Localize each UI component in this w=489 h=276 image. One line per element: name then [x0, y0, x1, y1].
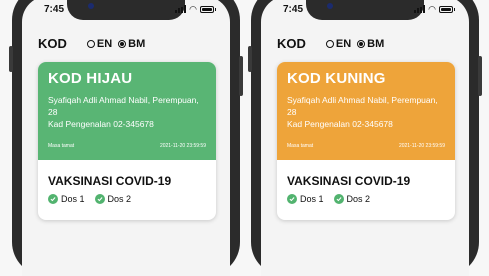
validity-label: Masa tamat	[287, 143, 314, 149]
vaccination-title: VAKSINASI COVID-19	[48, 174, 172, 188]
lang-label-en: EN	[96, 37, 113, 50]
check-circle-icon	[48, 194, 58, 204]
validity-label: Masa tamat	[48, 143, 75, 149]
status-title: KOD KUNING	[287, 70, 386, 87]
status-time: 7:45	[44, 4, 65, 15]
front-camera	[88, 3, 94, 9]
lang-label-bm: BM	[367, 37, 385, 50]
validity-time: 2021-11-20 23:59:59	[159, 143, 206, 149]
dose-label: Dos 2	[107, 194, 132, 204]
phone-frame-yellow: 7:45 ◠ KOD EN BM KOD KUNING Syafiqah Adl…	[248, 0, 482, 276]
status-panel-green: KOD HIJAU Syafiqah Adli Ahmad Nabil, Per…	[38, 62, 216, 160]
lang-label-bm: BM	[128, 37, 146, 50]
phone-frame-green: 7:45 ◠ KOD EN BM KOD HIJAU Syafiqah Adli…	[9, 0, 243, 276]
phone-screen: 7:45 ◠ KOD EN BM KOD HIJAU Syafiqah Adli…	[22, 0, 230, 276]
validity-time: 2021-11-20 23:59:59	[398, 143, 445, 149]
lang-label-en: EN	[335, 37, 352, 50]
lang-option-en[interactable]: EN	[325, 37, 352, 50]
dose-label: Dos 1	[300, 194, 324, 204]
radio-selected-icon	[357, 39, 366, 48]
dose-item: Dos 2	[94, 194, 132, 204]
status-card[interactable]: KOD HIJAU Syafiqah Adli Ahmad Nabil, Per…	[38, 62, 216, 220]
app-header: KOD EN BM	[277, 36, 455, 51]
person-info: Syafiqah Adli Ahmad Nabil, Perempuan, 28…	[48, 94, 208, 130]
app-title: KOD	[277, 36, 306, 51]
dose-item: Dos 2	[333, 194, 371, 204]
lang-option-en[interactable]: EN	[86, 37, 113, 50]
person-info: Syafiqah Adli Ahmad Nabil, Perempuan, 28…	[287, 94, 447, 130]
front-camera	[327, 3, 333, 9]
radio-selected-icon	[118, 39, 127, 48]
check-circle-icon	[94, 194, 105, 204]
app-title: KOD	[38, 36, 67, 51]
radio-icon	[325, 39, 334, 48]
status-icons: ◠	[175, 3, 216, 14]
battery-icon	[200, 5, 216, 13]
status-icons: ◠	[414, 3, 455, 14]
person-id-line: Kad Pengenalan 02-345678	[48, 119, 154, 129]
person-name-line: Syafiqah Adli Ahmad Nabil, Perempuan, 28	[48, 95, 199, 117]
app-header: KOD EN BM	[38, 36, 216, 51]
person-id-line: Kad Pengenalan 02-345678	[287, 119, 393, 129]
status-panel-yellow: KOD KUNING Syafiqah Adli Ahmad Nabil, Pe…	[277, 62, 455, 160]
person-name-line: Syafiqah Adli Ahmad Nabil, Perempuan, 28	[287, 95, 438, 117]
wifi-icon: ◠	[428, 3, 436, 14]
lang-option-bm[interactable]: BM	[118, 38, 145, 50]
dose-item: Dos 1	[287, 194, 324, 204]
dose-list: Dos 1 Dos 2	[287, 194, 370, 204]
vaccination-title: VAKSINASI COVID-19	[287, 174, 411, 188]
signal-icon	[175, 5, 187, 13]
radio-icon	[86, 39, 95, 48]
dose-item: Dos 1	[48, 194, 85, 204]
dose-label: Dos 2	[346, 194, 371, 204]
lang-option-bm[interactable]: BM	[357, 38, 384, 50]
side-button	[478, 56, 482, 96]
dose-list: Dos 1 Dos 2	[48, 194, 131, 204]
dose-label: Dos 1	[61, 194, 85, 204]
notch	[306, 0, 424, 20]
battery-icon	[439, 5, 455, 13]
side-button	[239, 56, 243, 96]
notch	[67, 0, 185, 20]
wifi-icon: ◠	[189, 3, 197, 14]
check-circle-icon	[287, 194, 297, 204]
check-circle-icon	[333, 194, 344, 204]
status-card[interactable]: KOD KUNING Syafiqah Adli Ahmad Nabil, Pe…	[277, 62, 455, 220]
side-button	[9, 46, 13, 72]
phone-screen: 7:45 ◠ KOD EN BM KOD KUNING Syafiqah Adl…	[261, 0, 469, 276]
status-title: KOD HIJAU	[48, 70, 133, 87]
signal-icon	[414, 5, 426, 13]
side-button	[248, 46, 252, 72]
status-time: 7:45	[283, 4, 304, 15]
